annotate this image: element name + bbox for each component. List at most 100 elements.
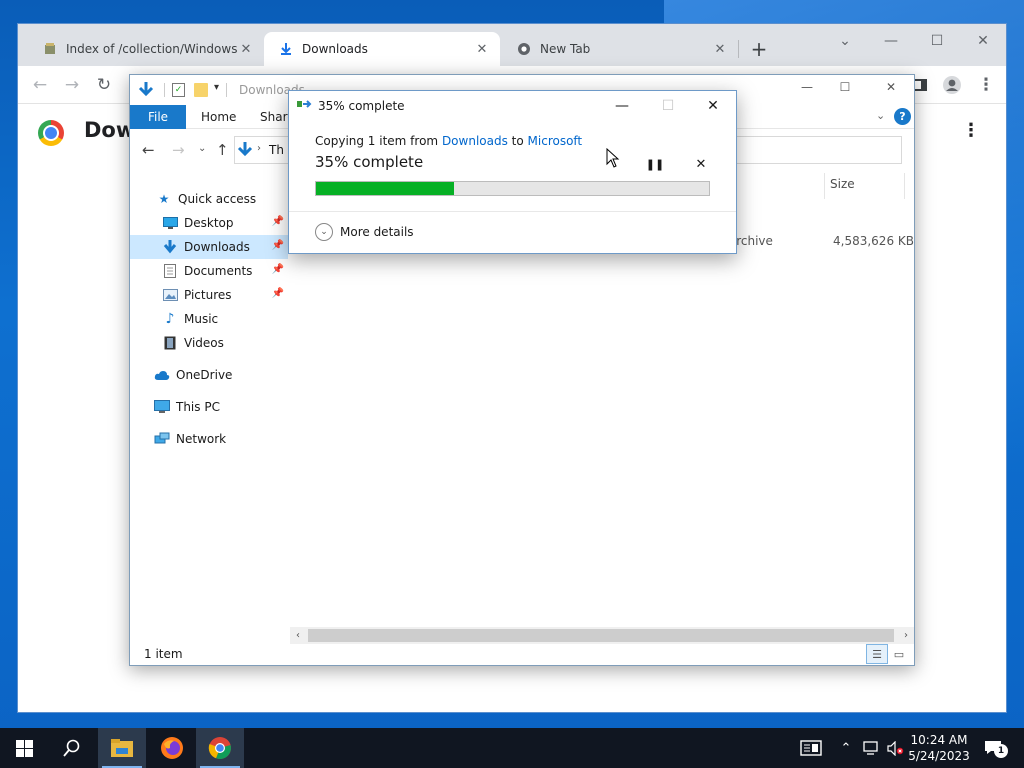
maximize-button[interactable]: ☐ xyxy=(914,30,960,52)
nav-item-music[interactable]: ♪ Music xyxy=(130,307,288,331)
nav-item-label: Music xyxy=(184,312,219,326)
more-details-button[interactable]: ⌄ More details xyxy=(315,223,414,241)
close-tab-icon[interactable]: ✕ xyxy=(474,41,490,57)
taskbar: ⌃ 10:24 AM 5/24/2023 1 xyxy=(0,728,1024,768)
nav-item-pictures[interactable]: Pictures 📌 xyxy=(130,283,288,307)
page-menu-icon[interactable]: ⋮ xyxy=(962,120,980,141)
close-tab-icon[interactable]: ✕ xyxy=(238,41,254,57)
nav-item-quick-access[interactable]: ★ Quick access xyxy=(130,187,288,211)
pin-icon[interactable]: 📌 xyxy=(272,216,284,227)
notification-center-icon[interactable]: 1 xyxy=(980,728,1008,768)
download-icon xyxy=(237,141,253,162)
tab-downloads[interactable]: Downloads ✕ xyxy=(264,32,500,66)
start-windows-icon[interactable] xyxy=(0,728,48,768)
nav-item-label: Pictures xyxy=(184,288,232,302)
new-folder-icon[interactable] xyxy=(194,83,208,97)
column-divider[interactable] xyxy=(824,173,825,199)
chrome-tab-strip: Index of /collection/Windows 8/ ✕ Downlo… xyxy=(18,24,1006,66)
progress-headline: 35% complete xyxy=(315,153,424,171)
forward-arrow-icon[interactable]: → xyxy=(172,141,185,159)
volume-muted-icon[interactable] xyxy=(884,728,906,768)
dialog-title: 35% complete xyxy=(318,99,405,113)
star-icon: ★ xyxy=(158,192,170,206)
ribbon-home-tab[interactable]: Home xyxy=(201,105,236,129)
nav-item-downloads[interactable]: Downloads 📌 xyxy=(130,235,288,259)
back-arrow-icon[interactable]: ← xyxy=(28,74,52,96)
up-arrow-icon[interactable]: ↑ xyxy=(216,141,229,159)
file-explorer-taskbar-icon[interactable] xyxy=(98,728,146,768)
nav-item-network[interactable]: Network xyxy=(130,427,288,451)
nav-item-label: OneDrive xyxy=(176,368,233,382)
navigation-pane: ★ Quick access Desktop 📌 Downloads 📌 Doc… xyxy=(130,171,288,641)
large-icons-view-icon[interactable]: ▭ xyxy=(888,644,910,664)
pictures-icon xyxy=(162,287,178,303)
pin-icon[interactable]: 📌 xyxy=(272,288,284,299)
nav-item-onedrive[interactable]: OneDrive xyxy=(130,363,288,387)
tab-title: Downloads xyxy=(302,42,368,56)
copy-prefix: Copying 1 item from xyxy=(315,134,442,148)
ribbon-file-tab[interactable]: File xyxy=(130,105,186,129)
nav-item-label: Documents xyxy=(184,264,253,278)
music-note-icon: ♪ xyxy=(165,311,175,327)
maximize-button[interactable]: ☐ xyxy=(822,80,868,100)
close-dialog-button[interactable]: ✕ xyxy=(690,95,736,117)
reload-icon[interactable]: ↻ xyxy=(92,74,116,96)
close-tab-icon[interactable]: ✕ xyxy=(712,41,728,57)
tab-new-tab[interactable]: New Tab ✕ xyxy=(502,32,738,66)
nav-item-desktop[interactable]: Desktop 📌 xyxy=(130,211,288,235)
chrome-taskbar-icon[interactable] xyxy=(196,728,244,768)
copy-progress-bar xyxy=(315,181,710,196)
cancel-copy-icon[interactable]: ✕ xyxy=(691,155,711,173)
nav-item-videos[interactable]: Videos xyxy=(130,331,288,355)
help-icon[interactable]: ? xyxy=(894,108,911,125)
more-details-label: More details xyxy=(340,225,414,239)
qat-separator xyxy=(226,83,227,97)
minimize-button[interactable]: — xyxy=(599,95,645,117)
copy-progress-dialog: 35% complete — ☐ ✕ Copying 1 item from D… xyxy=(288,90,737,254)
minimize-button[interactable]: — xyxy=(868,30,914,52)
scroll-left-icon[interactable]: ‹ xyxy=(290,627,306,644)
scrollbar-thumb[interactable] xyxy=(308,629,894,642)
nav-item-this-pc[interactable]: This PC xyxy=(130,395,288,419)
nav-item-documents[interactable]: Documents 📌 xyxy=(130,259,288,283)
breadcrumb-chevron-icon[interactable]: › xyxy=(257,143,261,154)
pin-icon[interactable]: 📌 xyxy=(272,240,284,251)
scroll-right-icon[interactable]: › xyxy=(898,627,914,644)
quick-download-icon[interactable] xyxy=(138,81,154,102)
recent-locations-icon[interactable]: ⌄ xyxy=(198,143,206,154)
network-status-icon[interactable] xyxy=(860,728,882,768)
chrome-icon xyxy=(516,41,532,57)
back-arrow-icon[interactable]: ← xyxy=(142,141,155,159)
ribbon-expand-icon[interactable]: ⌄ xyxy=(876,109,885,122)
pause-icon[interactable]: ❚❚ xyxy=(645,155,665,173)
archive-file-icon xyxy=(42,41,58,57)
system-clock[interactable]: 10:24 AM 5/24/2023 xyxy=(904,732,974,764)
forward-arrow-icon[interactable]: → xyxy=(60,74,84,96)
chevron-up-icon[interactable]: ⌃ xyxy=(836,728,856,768)
destination-folder-link[interactable]: Microsoft xyxy=(528,134,583,148)
source-folder-link[interactable]: Downloads xyxy=(442,134,508,148)
clock-time: 10:24 AM xyxy=(910,733,968,747)
details-view-icon[interactable]: ☰ xyxy=(866,644,888,664)
tab-index-of-collection[interactable]: Index of /collection/Windows 8/ ✕ xyxy=(28,32,264,66)
new-tab-button[interactable]: + xyxy=(748,37,770,61)
profile-avatar-icon[interactable] xyxy=(940,74,964,96)
close-window-button[interactable]: ✕ xyxy=(960,30,1006,52)
search-icon[interactable] xyxy=(48,728,96,768)
file-copy-icon xyxy=(297,99,313,113)
column-header-size[interactable]: Size xyxy=(830,177,855,191)
column-divider[interactable] xyxy=(904,173,905,199)
tab-search-icon[interactable]: ⌄ xyxy=(822,30,868,52)
chrome-menu-icon[interactable]: ⋮ xyxy=(974,74,998,96)
close-window-button[interactable]: ✕ xyxy=(868,80,914,100)
nav-item-label: Quick access xyxy=(178,192,257,206)
breadcrumb[interactable]: Th xyxy=(269,143,284,157)
pin-icon[interactable]: 📌 xyxy=(272,264,284,275)
qat-dropdown-icon[interactable]: ▾ xyxy=(214,82,219,93)
task-view-news-icon[interactable] xyxy=(796,728,826,768)
properties-icon[interactable]: ✓ xyxy=(172,83,185,97)
chrome-logo-icon xyxy=(38,120,64,146)
firefox-icon[interactable] xyxy=(148,728,196,768)
horizontal-scrollbar[interactable]: ‹ › xyxy=(290,627,914,644)
computer-icon xyxy=(154,399,170,415)
